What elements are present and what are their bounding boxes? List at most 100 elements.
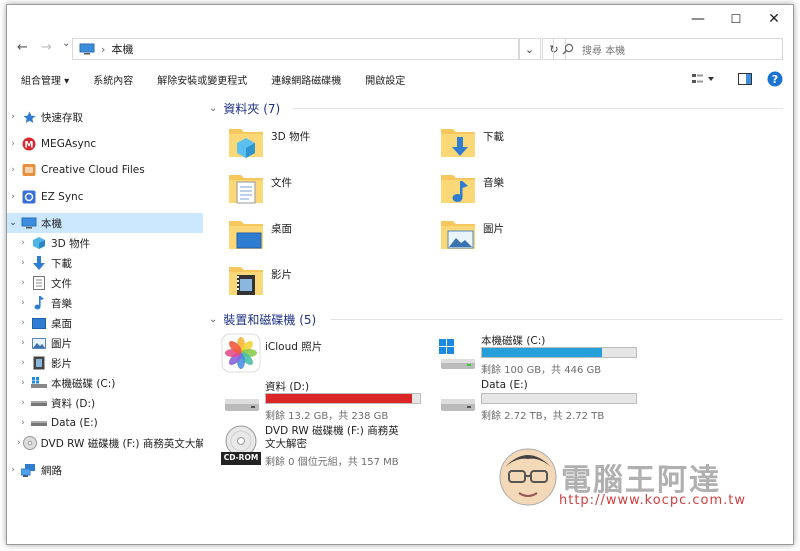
- address-bar[interactable]: › 本機: [72, 38, 519, 60]
- folder-music[interactable]: 音樂: [439, 169, 639, 211]
- system-properties-button[interactable]: 系統內容: [81, 72, 145, 87]
- forward-button[interactable]: →: [41, 40, 52, 55]
- folder-downloads[interactable]: 下載: [439, 123, 639, 165]
- chevron-down-icon[interactable]: ⌄: [7, 218, 19, 228]
- chevron-right-icon[interactable]: ›: [17, 238, 29, 248]
- drive-dvd-f[interactable]: CD-ROM DVD RW 磁碟機 (F:) 商務英文大解密 剩餘 0 個位元組…: [221, 425, 461, 475]
- folder-3d-objects[interactable]: 3D 物件: [227, 123, 427, 165]
- drive-data-d[interactable]: 資料 (D:) 剩餘 13.2 GB，共 238 GB: [221, 379, 431, 425]
- chevron-right-icon[interactable]: ›: [17, 278, 29, 288]
- chevron-right-icon[interactable]: ›: [17, 358, 29, 368]
- open-settings-button[interactable]: 開啟設定: [353, 72, 417, 87]
- chevron-right-icon[interactable]: ›: [17, 298, 29, 308]
- sidebar-item-pictures[interactable]: › 圖片: [7, 333, 203, 353]
- drive-usage-fill: [266, 394, 412, 403]
- sidebar-item-label: 桌面: [51, 317, 72, 330]
- drive-usage-bar: [265, 393, 421, 404]
- sidebar-item-ez-sync[interactable]: › EZ Sync: [7, 187, 203, 207]
- chevron-right-icon[interactable]: ›: [17, 418, 29, 428]
- chevron-right-icon[interactable]: ›: [7, 139, 19, 149]
- sidebar-item-label: 3D 物件: [51, 237, 91, 250]
- chevron-right-icon[interactable]: ›: [7, 465, 19, 475]
- computer-icon: [79, 43, 95, 55]
- chevron-right-icon[interactable]: ›: [17, 318, 29, 328]
- chevron-down-icon[interactable]: ⌄: [209, 103, 217, 114]
- folder-videos[interactable]: 影片: [227, 261, 427, 303]
- maximize-button[interactable]: ☐: [721, 9, 751, 29]
- sidebar-item-label: Data (E:): [51, 417, 98, 429]
- 3d-objects-folder-icon: [227, 123, 265, 161]
- sidebar-item-documents[interactable]: › 文件: [7, 273, 203, 293]
- document-icon: [31, 276, 47, 290]
- folder-label: 圖片: [483, 223, 504, 235]
- watermark: 電腦王阿達 http://www.kocpc.com.tw: [495, 441, 793, 521]
- folder-label: 音樂: [483, 177, 504, 189]
- map-network-drive-button[interactable]: 連線網路磁碟機: [259, 72, 353, 87]
- video-icon: [31, 356, 47, 370]
- chevron-down-icon[interactable]: ⌄: [209, 314, 217, 325]
- group-divider: [331, 319, 783, 320]
- command-bar: 組合管理 ▾ 系統內容 解除安裝或變更程式 連線網路磁碟機 開啟設定 ?: [7, 67, 793, 91]
- drive-free-space: 剩餘 0 個位元組，共 157 MB: [265, 457, 399, 468]
- view-options-icon[interactable]: [691, 72, 715, 86]
- music-folder-icon: [439, 169, 477, 207]
- chevron-right-icon[interactable]: ›: [17, 258, 29, 268]
- navigation-pane: › 快速存取 › M MEGAsync › Creative Cloud Fil…: [7, 101, 203, 544]
- sidebar-item-local-disk-c[interactable]: › 本機磁碟 (C:): [7, 373, 203, 393]
- folder-desktop[interactable]: 桌面: [227, 215, 427, 257]
- folder-label: 影片: [271, 269, 292, 281]
- sidebar-item-downloads[interactable]: › 下載: [7, 253, 203, 273]
- star-icon: [21, 110, 37, 124]
- folder-pictures[interactable]: 圖片: [439, 215, 639, 257]
- sidebar-item-label: 本機: [41, 217, 62, 230]
- search-placeholder: 搜尋 本機: [582, 45, 626, 57]
- drive-usage-fill: [482, 348, 602, 357]
- address-dropdown-button[interactable]: ⌄: [519, 38, 541, 60]
- chevron-right-icon[interactable]: ›: [7, 165, 19, 175]
- drive-icloud-photos[interactable]: iCloud 照片: [221, 333, 431, 379]
- sidebar-item-creative-cloud[interactable]: › Creative Cloud Files: [7, 160, 203, 180]
- sidebar-item-label: 本機磁碟 (C:): [51, 377, 116, 390]
- minimize-button[interactable]: —: [683, 9, 713, 29]
- organize-menu[interactable]: 組合管理 ▾: [7, 72, 81, 87]
- help-icon[interactable]: ?: [767, 71, 783, 87]
- chevron-right-icon[interactable]: ›: [17, 398, 29, 408]
- sidebar-item-data-e[interactable]: › Data (E:): [7, 413, 203, 433]
- creative-cloud-icon: [21, 163, 37, 177]
- chevron-right-icon[interactable]: ›: [17, 438, 21, 448]
- sidebar-item-label: 資料 (D:): [51, 397, 96, 410]
- sidebar-item-data-d[interactable]: › 資料 (D:): [7, 393, 203, 413]
- drive-label: 本機磁碟 (C:): [481, 335, 546, 347]
- search-input[interactable]: 搜尋 本機: [553, 38, 783, 60]
- folder-documents[interactable]: 文件: [227, 169, 427, 211]
- folders-group-header[interactable]: ⌄ 資料夾 (7): [209, 99, 280, 117]
- sidebar-item-music[interactable]: › 音樂: [7, 293, 203, 313]
- sidebar-item-label: 下載: [51, 257, 72, 270]
- sidebar-item-quick-access[interactable]: › 快速存取: [7, 107, 203, 127]
- drive-local-disk-c[interactable]: 本機磁碟 (C:) 剩餘 100 GB，共 446 GB: [437, 333, 647, 379]
- close-button[interactable]: ✕: [759, 9, 789, 29]
- sidebar-item-desktop[interactable]: › 桌面: [7, 313, 203, 333]
- preview-pane-icon[interactable]: [738, 73, 752, 85]
- drive-free-space: 剩餘 13.2 GB，共 238 GB: [265, 411, 389, 422]
- chevron-right-icon[interactable]: ›: [7, 112, 19, 122]
- drives-group-header[interactable]: ⌄ 裝置和磁碟機 (5): [209, 310, 316, 328]
- drive-data-e[interactable]: Data (E:) 剩餘 2.72 TB，共 2.72 TB: [437, 379, 647, 425]
- chevron-right-icon[interactable]: ›: [17, 338, 29, 348]
- sidebar-item-network[interactable]: › 網路: [7, 460, 203, 480]
- folder-label: 3D 物件: [271, 131, 311, 143]
- sidebar-item-3d-objects[interactable]: › 3D 物件: [7, 233, 203, 253]
- back-button[interactable]: ←: [17, 40, 28, 55]
- drive-label: iCloud 照片: [265, 341, 323, 353]
- svg-text:?: ?: [772, 73, 778, 86]
- uninstall-program-button[interactable]: 解除安裝或變更程式: [145, 72, 259, 87]
- sidebar-item-label: 快速存取: [41, 111, 83, 124]
- breadcrumb-this-pc[interactable]: 本機: [111, 41, 133, 57]
- sidebar-item-videos[interactable]: › 影片: [7, 353, 203, 373]
- sidebar-item-megasync[interactable]: › M MEGAsync: [7, 134, 203, 154]
- sidebar-item-dvd-f[interactable]: › DVD RW 磁碟機 (F:) 商務英文大解: [7, 433, 203, 453]
- recent-locations-button[interactable]: ⌄: [62, 38, 70, 49]
- sidebar-item-this-pc[interactable]: ⌄ 本機: [7, 213, 203, 233]
- chevron-right-icon[interactable]: ›: [7, 192, 19, 202]
- chevron-right-icon[interactable]: ›: [17, 378, 29, 388]
